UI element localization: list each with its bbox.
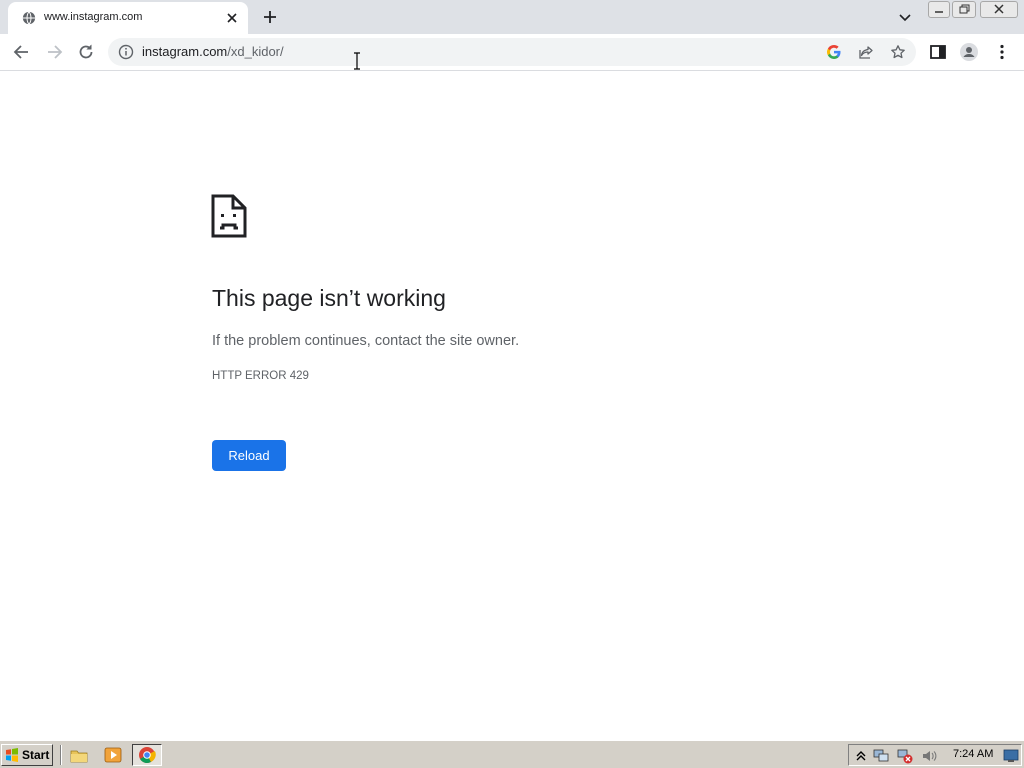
side-panel-icon[interactable]	[928, 42, 948, 62]
kebab-menu-icon[interactable]	[992, 42, 1012, 62]
avatar-icon[interactable]	[959, 42, 979, 62]
globe-icon	[22, 11, 36, 25]
chrome-icon	[139, 747, 156, 763]
taskbar-separator	[60, 745, 62, 765]
folder-icon[interactable]	[70, 746, 88, 764]
network-error-icon[interactable]	[897, 748, 913, 764]
tab-title: www.instagram.com	[44, 11, 143, 23]
sad-page-icon	[211, 194, 247, 238]
info-icon[interactable]	[118, 44, 134, 60]
chevron-down-icon[interactable]	[896, 8, 914, 26]
taskbar-chrome-button[interactable]	[132, 744, 162, 766]
restore-button[interactable]	[952, 1, 976, 18]
plus-icon[interactable]	[260, 8, 280, 26]
url-host: instagram.com	[142, 44, 228, 59]
browser-tab[interactable]: www.instagram.com	[8, 2, 248, 34]
tab-strip: www.instagram.com	[0, 0, 1024, 34]
close-icon[interactable]	[224, 10, 240, 26]
system-tray: 7:24 AM	[848, 744, 1022, 766]
url-path: /xd_kidor/	[227, 44, 284, 59]
star-icon[interactable]	[890, 44, 906, 60]
google-g-icon[interactable]	[826, 44, 842, 60]
url-text[interactable]: instagram.com/xd_kidor/	[142, 44, 284, 59]
start-button[interactable]: Start	[1, 744, 53, 766]
window-close-button[interactable]	[980, 1, 1018, 18]
share-icon[interactable]	[858, 44, 874, 60]
reload-button[interactable]: Reload	[212, 440, 286, 471]
start-label: Start	[22, 748, 50, 762]
minimize-button[interactable]	[928, 1, 950, 18]
show-hidden-icon[interactable]	[853, 748, 869, 764]
close-icon	[994, 4, 1004, 14]
network-icon[interactable]	[873, 748, 889, 764]
error-page: This page isn’t working If the problem c…	[0, 71, 1024, 740]
error-description: If the problem continues, contact the si…	[212, 333, 520, 349]
browser-toolbar: instagram.com/xd_kidor/	[0, 34, 1024, 71]
error-title: This page isn’t working	[212, 285, 446, 311]
error-code: HTTP ERROR 429	[212, 370, 309, 382]
reload-icon[interactable]	[76, 42, 96, 62]
windows-logo-icon	[6, 748, 18, 762]
text-cursor-icon	[354, 52, 360, 70]
taskbar: Start 7:24 AM	[0, 740, 1024, 768]
desktop-icon[interactable]	[1003, 748, 1019, 764]
volume-icon[interactable]	[921, 748, 937, 764]
media-player-icon[interactable]	[104, 746, 122, 764]
restore-icon	[959, 4, 970, 14]
arrow-right-icon[interactable]	[44, 42, 64, 62]
address-bar[interactable]: instagram.com/xd_kidor/	[108, 38, 916, 66]
clock[interactable]: 7:24 AM	[953, 748, 993, 760]
minimize-icon	[935, 11, 943, 13]
arrow-left-icon[interactable]	[12, 42, 32, 62]
